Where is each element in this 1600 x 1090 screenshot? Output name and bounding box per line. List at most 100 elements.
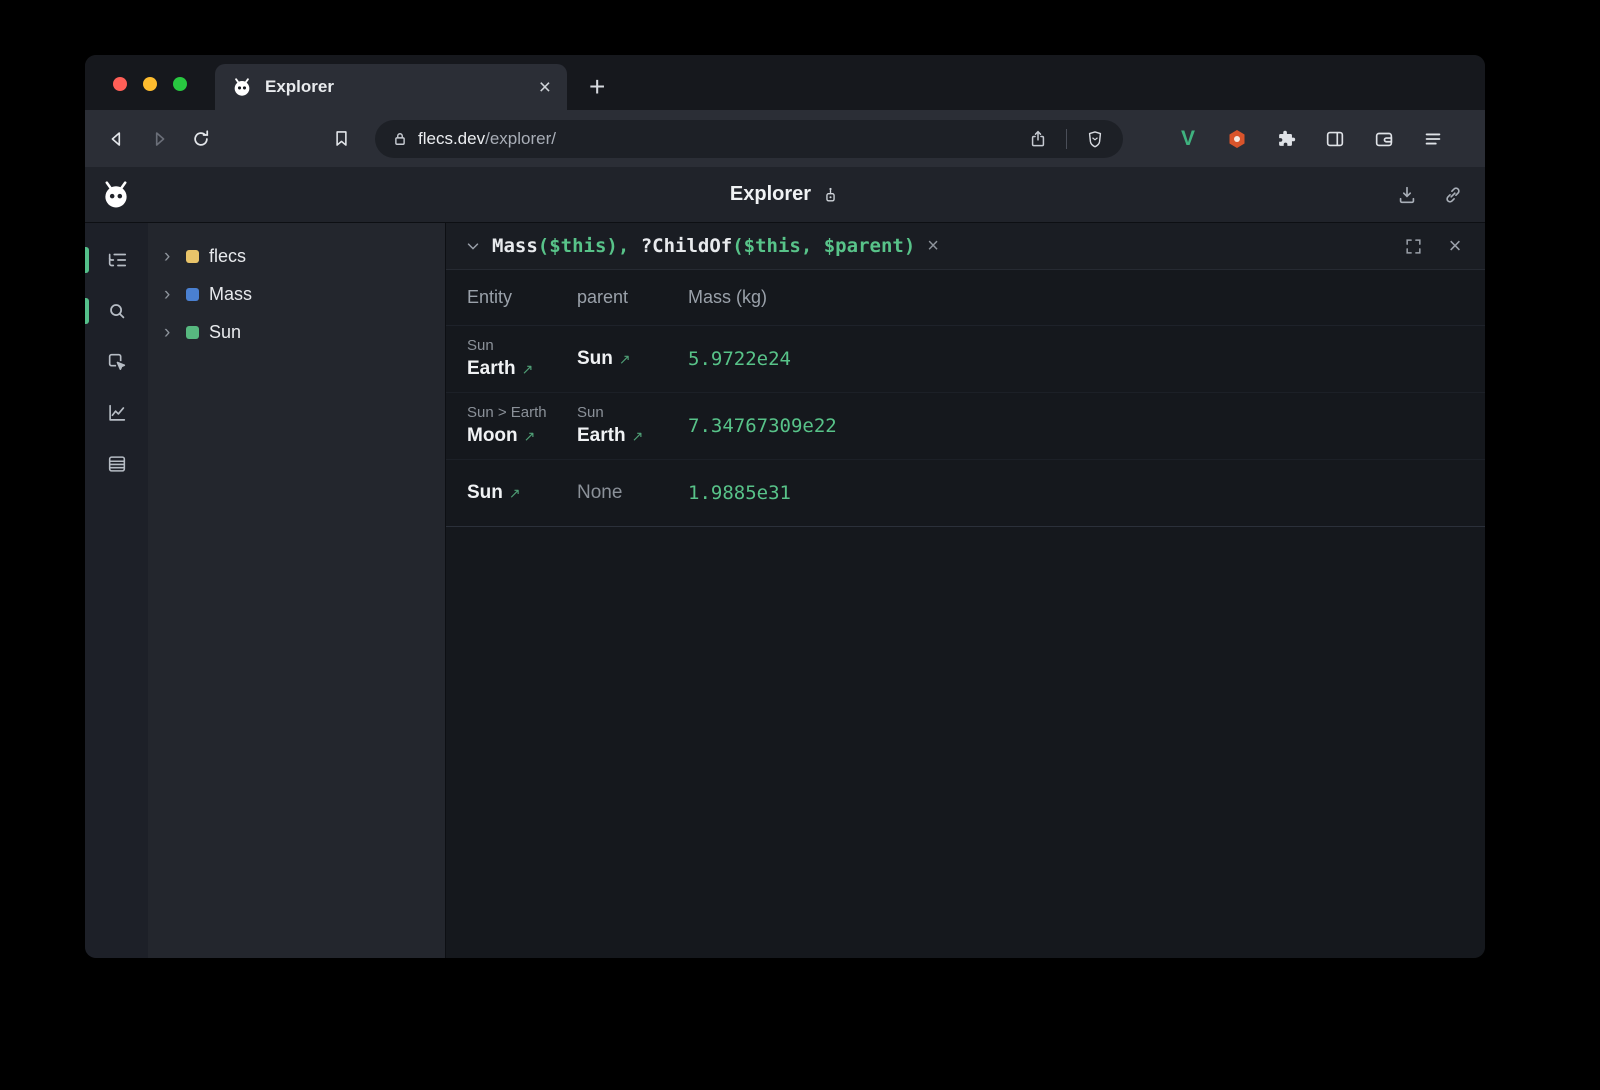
mass-value: 1.9885e31 <box>688 482 1485 504</box>
connection-status-icon[interactable] <box>821 185 840 204</box>
parent-cell: Sun ↗ <box>577 333 688 385</box>
data-table-icon[interactable] <box>102 449 132 479</box>
flecs-logo-icon <box>99 177 133 211</box>
flecs-favicon-icon <box>231 76 253 98</box>
inspect-cursor-icon[interactable] <box>102 347 132 377</box>
mass-cell: 5.9722e24 <box>688 333 1485 385</box>
query-panel: Mass($this), ?ChildOf($this, $parent) × … <box>445 223 1485 958</box>
chevron-down-icon[interactable] <box>464 237 482 255</box>
entity-swatch <box>186 326 199 339</box>
parent-cell: None <box>577 467 688 519</box>
active-indicator <box>85 247 89 273</box>
toolbar-divider <box>1066 129 1067 149</box>
url-text: flecs.dev/explorer/ <box>418 129 1022 149</box>
wallet-icon[interactable] <box>1369 124 1399 154</box>
extension-icons: V <box>1173 124 1448 154</box>
entity-parent-path: Sun > Earth <box>467 403 577 423</box>
entity-name-link[interactable]: Moon <box>467 423 518 449</box>
mass-cell: 7.34767309e22 <box>688 400 1485 452</box>
parent-name-link[interactable]: Earth <box>577 423 626 449</box>
header-actions <box>1393 181 1467 209</box>
entity-name-link[interactable]: Earth <box>467 356 516 382</box>
new-tab-button[interactable]: + <box>589 73 605 101</box>
tab-close-icon[interactable]: × <box>539 77 551 98</box>
column-header-mass: Mass (kg) <box>688 287 1485 308</box>
open-entity-arrow-icon[interactable]: ↗ <box>522 361 534 378</box>
parent-none-label: None <box>577 480 622 506</box>
menu-hamburger-icon[interactable] <box>1418 124 1448 154</box>
share-link-icon[interactable] <box>1439 181 1467 209</box>
close-query-panel-icon[interactable]: × <box>1443 234 1467 258</box>
open-entity-arrow-icon[interactable]: ↗ <box>509 485 521 502</box>
query-table-header: Entity parent Mass (kg) <box>446 270 1485 326</box>
tree-item-label[interactable]: Sun <box>209 323 241 341</box>
traffic-lights <box>113 77 187 91</box>
expand-query-icon[interactable] <box>1401 234 1425 258</box>
side-rail <box>85 223 148 958</box>
open-entity-arrow-icon[interactable]: ↗ <box>632 428 644 445</box>
active-indicator <box>85 298 89 324</box>
reload-button[interactable] <box>185 123 217 155</box>
entity-tree-icon[interactable] <box>102 245 132 275</box>
flecs-explorer-page: Explorer <box>85 167 1485 958</box>
url-path: /explorer/ <box>485 129 556 148</box>
tree-item-flecs[interactable]: › flecs <box>148 237 445 275</box>
chevron-right-icon[interactable]: › <box>164 285 176 304</box>
side-panel-icon[interactable] <box>1320 124 1350 154</box>
download-icon[interactable] <box>1393 181 1421 209</box>
query-segment: ($this, $parent) <box>732 235 915 257</box>
brave-shields-icon[interactable] <box>1079 123 1111 155</box>
mass-value: 7.34767309e22 <box>688 415 1485 437</box>
mass-cell: 1.9885e31 <box>688 467 1485 519</box>
component-swatch <box>186 288 199 301</box>
vue-devtools-extension-icon[interactable]: V <box>1173 124 1203 154</box>
query-segment: Mass <box>492 235 538 257</box>
chevron-right-icon[interactable]: › <box>164 247 176 266</box>
entity-cell: Sun ↗ <box>446 467 577 519</box>
close-window-button[interactable] <box>113 77 127 91</box>
app-header: Explorer <box>85 167 1485 223</box>
entity-name-link[interactable]: Sun <box>467 480 503 506</box>
tree-item-label[interactable]: flecs <box>209 247 246 265</box>
query-header: Mass($this), ?ChildOf($this, $parent) × … <box>446 223 1485 270</box>
entity-tree-panel: › flecs › Mass › Sun <box>148 223 445 958</box>
page-body: › flecs › Mass › Sun <box>85 223 1485 958</box>
back-button[interactable] <box>101 123 133 155</box>
stats-chart-icon[interactable] <box>102 398 132 428</box>
parent-cell: Sun Earth ↗ <box>577 400 688 452</box>
open-entity-arrow-icon[interactable]: ↗ <box>619 351 631 368</box>
table-row: Sun Earth ↗ Sun ↗ 5.972 <box>446 326 1485 393</box>
parent-name-link[interactable]: Sun <box>577 346 613 372</box>
browser-window: Explorer × + flecs.dev/explorer/ <box>85 55 1485 958</box>
parent-path: Sun <box>577 403 688 423</box>
tab-strip: Explorer × + <box>85 55 1485 110</box>
url-domain: flecs.dev <box>418 129 485 148</box>
query-search-icon[interactable] <box>102 296 132 326</box>
share-icon[interactable] <box>1022 123 1054 155</box>
browser-tab-explorer[interactable]: Explorer × <box>215 64 567 110</box>
tree-item-sun[interactable]: › Sun <box>148 313 445 351</box>
ssl-lock-icon[interactable] <box>391 130 409 148</box>
minimize-window-button[interactable] <box>143 77 157 91</box>
chevron-right-icon[interactable]: › <box>164 323 176 342</box>
page-title: Explorer <box>730 183 811 206</box>
mass-value: 5.9722e24 <box>688 348 1485 370</box>
column-header-entity: Entity <box>446 287 577 308</box>
zoom-window-button[interactable] <box>173 77 187 91</box>
browser-toolbar: flecs.dev/explorer/ V <box>85 110 1485 167</box>
address-bar[interactable]: flecs.dev/explorer/ <box>375 120 1123 158</box>
forward-button[interactable] <box>143 123 175 155</box>
bookmark-icon[interactable] <box>325 123 357 155</box>
query-segment: ($this), <box>538 235 641 257</box>
table-row: Sun > Earth Moon ↗ Sun Earth ↗ <box>446 393 1485 460</box>
query-segment: ?ChildOf <box>641 235 733 257</box>
query-expression[interactable]: Mass($this), ?ChildOf($this, $parent) <box>492 235 915 257</box>
module-swatch <box>186 250 199 263</box>
clear-query-icon[interactable]: × <box>927 236 939 256</box>
column-header-parent: parent <box>577 287 688 308</box>
hexagon-extension-icon[interactable] <box>1222 124 1252 154</box>
open-entity-arrow-icon[interactable]: ↗ <box>524 428 536 445</box>
extensions-puzzle-icon[interactable] <box>1271 124 1301 154</box>
tree-item-mass[interactable]: › Mass <box>148 275 445 313</box>
tree-item-label[interactable]: Mass <box>209 285 252 303</box>
